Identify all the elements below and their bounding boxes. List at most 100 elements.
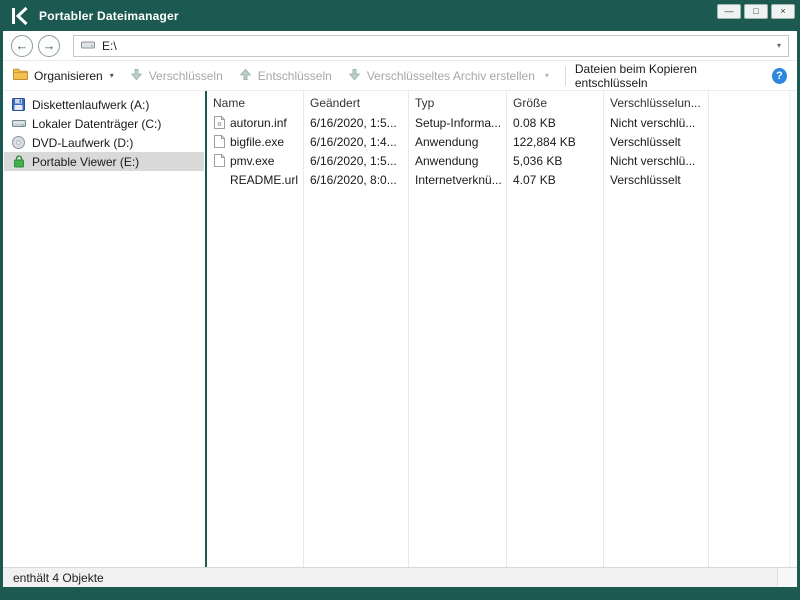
toolbar: Organisieren ▾ Verschlüsseln Entschlüsse — [3, 61, 797, 91]
organize-dropdown-icon: ▾ — [110, 71, 114, 80]
kaspersky-logo-icon — [10, 6, 30, 26]
file-icon — [213, 154, 225, 167]
close-button[interactable]: × — [771, 4, 795, 19]
file-modified-cell[interactable]: 6/16/2020, 1:4... — [304, 132, 408, 151]
green-lock-icon — [11, 155, 26, 168]
file-size-cell[interactable]: 0.08 KB — [507, 113, 603, 132]
file-type-cell[interactable]: Internetverknü... — [409, 170, 506, 189]
file-name-cell[interactable]: bigfile.exe — [207, 132, 303, 151]
vertical-scrollbar[interactable] — [789, 91, 797, 567]
address-bar[interactable]: E:\ ▾ — [73, 35, 789, 57]
file-modified-cell[interactable]: 6/16/2020, 8:0... — [304, 170, 408, 189]
encrypt-arrow-down-icon — [130, 68, 143, 84]
file-name-label: pmv.exe — [230, 154, 274, 168]
drive-tree: Diskettenlaufwerk (A:) Lokaler Datenträg… — [3, 91, 205, 567]
hard-drive-icon — [11, 118, 26, 129]
titlebar: Portabler Dateimanager — □ × — [0, 0, 800, 31]
file-encryption-cell[interactable]: Verschlüsselt — [604, 170, 708, 189]
column-header-name[interactable]: ˆ Name — [207, 91, 303, 113]
sidebar-item-drive-d[interactable]: DVD-Laufwerk (D:) — [4, 133, 204, 152]
file-name-label: README.url — [230, 173, 298, 187]
column-header-modified[interactable]: Geändert — [304, 91, 408, 113]
file-icon — [213, 135, 225, 148]
file-name-label: bigfile.exe — [230, 135, 284, 149]
file-name-cell[interactable]: README.url — [207, 170, 303, 189]
maximize-button[interactable]: □ — [744, 4, 768, 19]
column-header-type[interactable]: Typ — [409, 91, 506, 113]
file-type-cell[interactable]: Setup-Informa... — [409, 113, 506, 132]
toolbar-right-group: Dateien beim Kopieren entschlüsseln ? — [565, 62, 787, 90]
file-size-cell[interactable]: 5,036 KB — [507, 151, 603, 170]
address-dropdown-icon[interactable]: ▾ — [777, 41, 781, 50]
column-header-encryption[interactable]: Verschlüsselun... — [604, 91, 708, 113]
archive-arrow-down-icon — [348, 68, 361, 84]
column-type: Typ Setup-Informa... Anwendung Anwendung… — [409, 91, 507, 567]
file-name-label: autorun.inf — [230, 116, 287, 130]
status-bar: enthält 4 Objekte — [3, 567, 797, 587]
forward-button[interactable]: → — [38, 35, 60, 57]
organize-button[interactable]: Organisieren ▾ — [13, 68, 114, 83]
archive-dropdown-icon[interactable]: ▾ — [545, 71, 549, 80]
file-encryption-cell[interactable]: Nicht verschlü... — [604, 113, 708, 132]
file-type-cell[interactable]: Anwendung — [409, 132, 506, 151]
column-encryption: Verschlüsselun... Nicht verschlü... Vers… — [604, 91, 709, 567]
window-body: ← → E:\ ▾ — [3, 31, 797, 587]
sidebar-item-label: Lokaler Datenträger (C:) — [32, 117, 161, 131]
toolbar-separator — [565, 66, 566, 86]
sidebar-item-drive-e[interactable]: Portable Viewer (E:) — [4, 152, 204, 171]
encrypt-label: Verschlüsseln — [149, 69, 223, 83]
dvd-icon — [11, 136, 26, 149]
file-modified-cell[interactable]: 6/16/2020, 1:5... — [304, 113, 408, 132]
sidebar-item-label: Portable Viewer (E:) — [32, 155, 139, 169]
sidebar-item-drive-a[interactable]: Diskettenlaufwerk (A:) — [4, 95, 204, 114]
window: Portabler Dateimanager — □ × ← → — [0, 0, 800, 600]
minimize-button[interactable]: — — [717, 4, 741, 19]
window-title: Portabler Dateimanager — [39, 9, 179, 23]
floppy-disk-icon — [11, 98, 26, 111]
file-name-cell[interactable]: pmv.exe — [207, 151, 303, 170]
sidebar-item-drive-c[interactable]: Lokaler Datenträger (C:) — [4, 114, 204, 133]
file-modified-cell[interactable]: 6/16/2020, 1:5... — [304, 151, 408, 170]
column-header-label: Typ — [415, 96, 434, 110]
column-modified: Geändert 6/16/2020, 1:5... 6/16/2020, 1:… — [304, 91, 409, 567]
drive-icon — [81, 39, 95, 53]
back-arrow-icon: ← — [16, 38, 29, 53]
decrypt-arrow-up-icon — [239, 68, 252, 84]
file-encryption-cell[interactable]: Nicht verschlü... — [604, 151, 708, 170]
sidebar-item-label: Diskettenlaufwerk (A:) — [32, 98, 149, 112]
back-button[interactable]: ← — [11, 35, 33, 57]
file-list: ˆ Name autorun.inf — [207, 91, 797, 567]
organize-label: Organisieren — [34, 69, 103, 83]
setup-file-icon — [213, 116, 225, 129]
column-header-label: Verschlüsselun... — [610, 96, 701, 110]
column-size: Größe 0.08 KB 122,884 KB 5,036 KB 4.07 K… — [507, 91, 604, 567]
column-name: ˆ Name autorun.inf — [207, 91, 304, 567]
window-controls: — □ × — [717, 4, 795, 19]
file-list-empty-area — [709, 91, 789, 567]
status-text: enthält 4 Objekte — [13, 571, 104, 585]
file-size-cell[interactable]: 4.07 KB — [507, 170, 603, 189]
column-header-label: Name — [213, 96, 245, 110]
folder-icon — [13, 68, 28, 83]
file-type-cell[interactable]: Anwendung — [409, 151, 506, 170]
sort-ascending-icon: ˆ — [253, 91, 256, 100]
resize-grip[interactable] — [777, 568, 797, 587]
encrypt-button[interactable]: Verschlüsseln — [130, 68, 223, 84]
file-name-cell[interactable]: autorun.inf — [207, 113, 303, 132]
create-encrypted-archive-button[interactable]: Verschlüsseltes Archiv erstellen — [348, 68, 535, 84]
file-size-cell[interactable]: 122,884 KB — [507, 132, 603, 151]
column-header-size[interactable]: Größe — [507, 91, 603, 113]
decrypt-label: Entschlüsseln — [258, 69, 332, 83]
file-encryption-cell[interactable]: Verschlüsselt — [604, 132, 708, 151]
column-header-label: Geändert — [310, 96, 360, 110]
navigation-bar: ← → E:\ ▾ — [3, 31, 797, 61]
address-path: E:\ — [102, 39, 117, 53]
create-archive-label: Verschlüsseltes Archiv erstellen — [367, 69, 535, 83]
main-area: Diskettenlaufwerk (A:) Lokaler Datenträg… — [3, 91, 797, 567]
copy-decrypt-label: Dateien beim Kopieren entschlüsseln — [575, 62, 763, 90]
column-header-label: Größe — [513, 96, 547, 110]
decrypt-button[interactable]: Entschlüsseln — [239, 68, 332, 84]
forward-arrow-icon: → — [43, 38, 56, 53]
sidebar-item-label: DVD-Laufwerk (D:) — [32, 136, 133, 150]
help-icon[interactable]: ? — [772, 68, 787, 84]
